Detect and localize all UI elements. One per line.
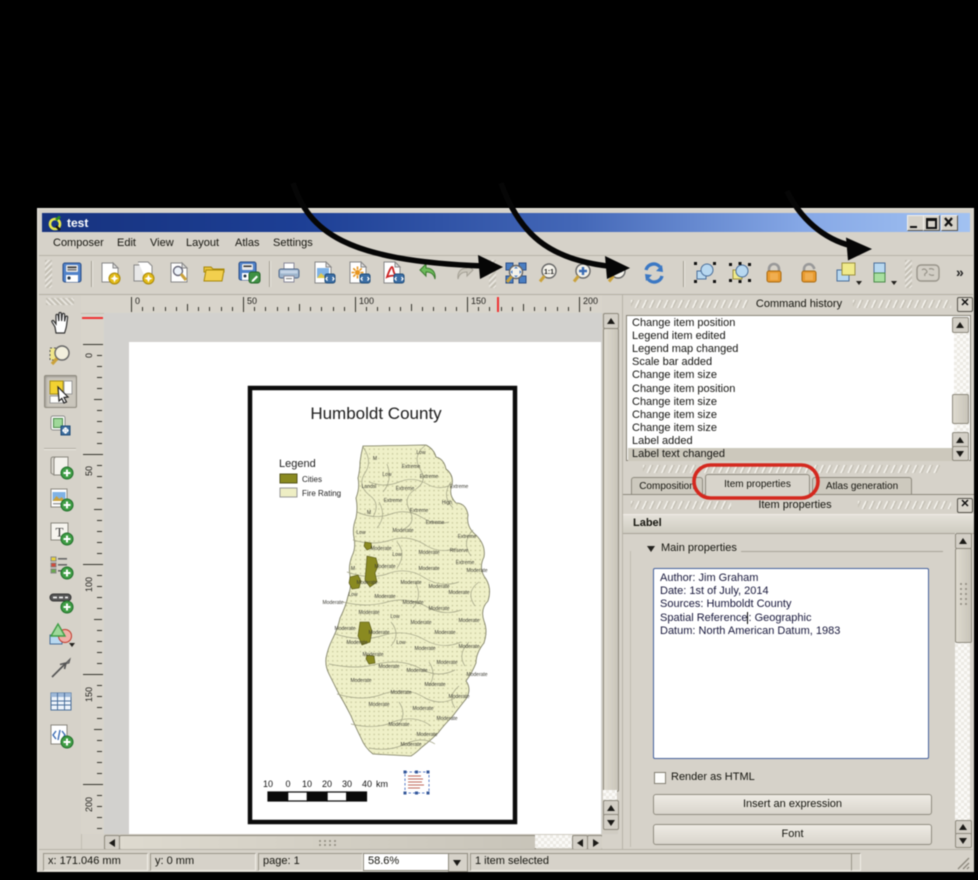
svg-text:Moderate: Moderate: [368, 630, 389, 636]
svg-text:Moderate: Moderate: [466, 568, 487, 574]
svg-text:Low: Low: [392, 552, 402, 558]
svg-text:Moderate: Moderate: [346, 640, 367, 646]
svg-text:Moderate: Moderate: [418, 550, 439, 556]
svg-text:Reserve: Reserve: [450, 548, 469, 554]
svg-text:Extreme: Extreme: [410, 508, 429, 514]
svg-text:Moderate: Moderate: [458, 644, 479, 650]
svg-text:30: 30: [342, 779, 352, 789]
svg-text:1:1: 1:1: [544, 269, 554, 276]
svg-text:Extreme: Extreme: [426, 520, 445, 526]
svg-text:Humboldt County: Humboldt County: [310, 404, 442, 423]
svg-text:Extreme: Extreme: [384, 498, 403, 504]
svg-text:Moderate: Moderate: [448, 694, 469, 700]
svg-text:Low: Low: [356, 530, 366, 536]
svg-text:Moderate: Moderate: [418, 566, 439, 572]
svg-text:Moderate: Moderate: [334, 626, 355, 632]
svg-text:Moderate: Moderate: [414, 646, 435, 652]
svg-text:10: 10: [302, 779, 312, 789]
svg-text:Moderate: Moderate: [436, 716, 457, 722]
svg-text:Extreme: Extreme: [396, 486, 415, 492]
svg-text:Moderate: Moderate: [402, 600, 423, 606]
svg-text:Extreme: Extreme: [450, 484, 469, 490]
svg-text:Moderate: Moderate: [392, 528, 413, 534]
svg-text:Moderate: Moderate: [350, 678, 371, 684]
svg-text:Moderate: Moderate: [356, 580, 377, 586]
svg-text:Moderate: Moderate: [424, 682, 445, 688]
svg-text:Moderate: Moderate: [388, 722, 409, 728]
svg-text:Cities: Cities: [302, 475, 322, 484]
svg-text:High: High: [442, 500, 453, 506]
svg-text:Moderate: Moderate: [448, 590, 469, 596]
svg-text:Moderate: Moderate: [378, 664, 399, 670]
svg-text:20: 20: [322, 779, 332, 789]
svg-text:40: 40: [362, 779, 372, 789]
svg-text:Legend: Legend: [279, 458, 316, 470]
svg-text:Moderate: Moderate: [362, 652, 383, 658]
svg-text:Moderate: Moderate: [390, 690, 411, 696]
svg-text:0: 0: [285, 779, 290, 789]
svg-text:Moderate: Moderate: [374, 594, 395, 600]
svg-text:Low: Low: [390, 614, 400, 620]
svg-text:10: 10: [263, 779, 273, 789]
svg-text:M: M: [373, 456, 377, 462]
svg-text:Landsl: Landsl: [362, 484, 377, 490]
svg-text:Extreme: Extreme: [402, 464, 421, 470]
svg-text:M: M: [367, 510, 371, 516]
svg-text:Moderate: Moderate: [400, 580, 421, 586]
svg-text:km: km: [376, 779, 388, 789]
svg-text:Low: Low: [416, 450, 426, 456]
svg-text:Extreme: Extreme: [456, 560, 475, 566]
svg-text:Moderate: Moderate: [370, 546, 391, 552]
svg-text:Fire Rating: Fire Rating: [302, 489, 341, 498]
svg-text:Moderate: Moderate: [434, 630, 455, 636]
svg-text:Moderate: Moderate: [412, 706, 433, 712]
svg-text:Moderate: Moderate: [466, 672, 487, 678]
svg-text:Moderate: Moderate: [368, 702, 389, 708]
svg-text:Low: Low: [348, 592, 358, 598]
svg-text:Extreme: Extreme: [458, 534, 477, 540]
svg-text:Moderate: Moderate: [406, 668, 427, 674]
svg-text:Low: Low: [396, 640, 406, 646]
svg-text:Moderate: Moderate: [322, 600, 343, 606]
svg-text:Moderate: Moderate: [436, 660, 457, 666]
svg-text:Extreme: Extreme: [420, 474, 439, 480]
svg-text:Low: Low: [382, 472, 392, 478]
svg-text:Moderate: Moderate: [458, 618, 479, 624]
svg-text:Moderate: Moderate: [416, 732, 437, 738]
svg-text:Moderate: Moderate: [428, 584, 449, 590]
svg-text:Moderate: Moderate: [374, 564, 395, 570]
svg-text:Moderate: Moderate: [358, 610, 379, 616]
svg-text:M: M: [351, 566, 355, 572]
svg-text:Moderate: Moderate: [400, 742, 421, 748]
svg-text:Moderate: Moderate: [410, 620, 431, 626]
svg-text:Moderate: Moderate: [428, 606, 449, 612]
